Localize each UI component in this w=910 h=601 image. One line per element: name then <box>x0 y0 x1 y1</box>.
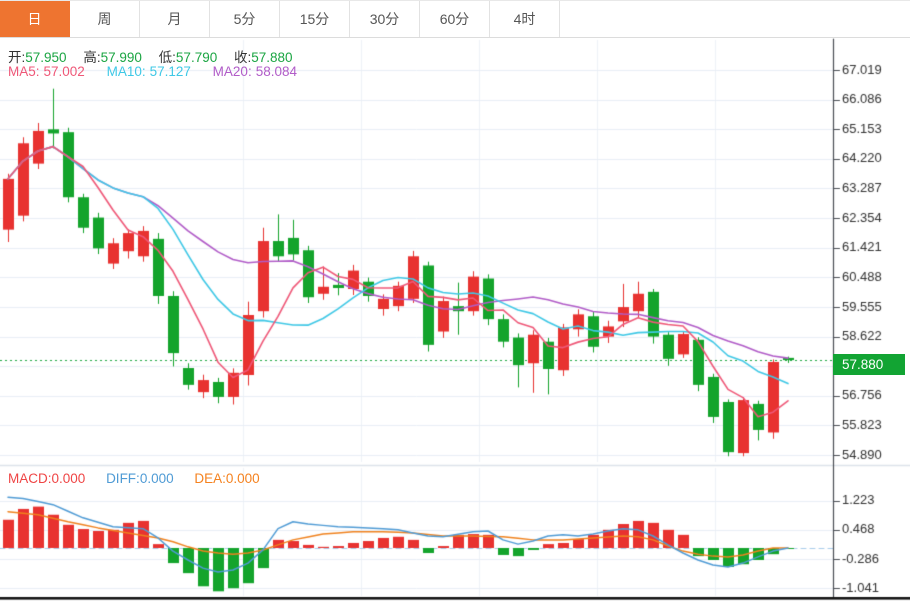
tab-5min[interactable]: 5分 <box>210 1 280 37</box>
ma5-readout: MA5: 57.002 <box>8 64 85 79</box>
dea-readout: DEA:0.000 <box>194 471 260 486</box>
ma20-readout: MA20: 58.084 <box>212 64 297 79</box>
ohlc-legend: 开:57.950 高:57.990 低:57.790 收:57.880 <box>8 46 306 66</box>
tab-month[interactable]: 月 <box>140 1 210 37</box>
tab-week[interactable]: 周 <box>70 1 140 37</box>
ma10-readout: MA10: 57.127 <box>106 64 191 79</box>
tab-4hour[interactable]: 4时 <box>490 1 560 37</box>
low-readout: 低:57.790 <box>158 50 218 65</box>
close-readout: 收:57.880 <box>233 50 293 65</box>
tab-day[interactable]: 日 <box>0 1 70 37</box>
tab-60min[interactable]: 60分 <box>420 1 490 37</box>
ma-legend: MA5: 57.002 MA10: 57.127 MA20: 58.084 <box>8 64 315 79</box>
tab-30min[interactable]: 30分 <box>350 1 420 37</box>
kline-app: 日 周 月 5分 15分 30分 60分 4时 开:57.950 高:57.99… <box>0 0 910 601</box>
current-price-tag: 57.880 <box>833 354 905 375</box>
open-readout: 开:57.950 <box>8 50 67 65</box>
high-readout: 高:57.990 <box>83 50 142 65</box>
candlestick-macd-chart-canvas[interactable] <box>0 0 910 601</box>
diff-readout: DIFF:0.000 <box>106 471 174 486</box>
macd-legend: MACD:0.000 DIFF:0.000 DEA:0.000 <box>8 471 277 486</box>
timeframe-tabbar: 日 周 月 5分 15分 30分 60分 4时 <box>0 0 910 38</box>
tab-15min[interactable]: 15分 <box>280 1 350 37</box>
macd-readout: MACD:0.000 <box>8 471 86 486</box>
